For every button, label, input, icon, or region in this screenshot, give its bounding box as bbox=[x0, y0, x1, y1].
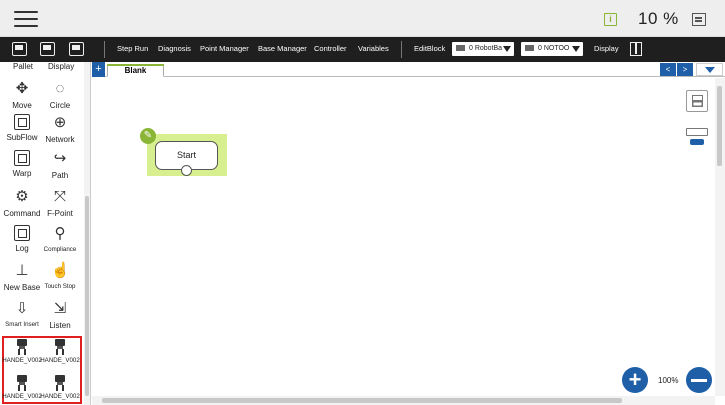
gripper-icon bbox=[16, 339, 28, 355]
zoom-level: 100% bbox=[658, 376, 679, 385]
warp-icon bbox=[14, 150, 30, 166]
controller-button[interactable]: Controller bbox=[314, 44, 347, 53]
f-point-icon: ⤧ bbox=[53, 188, 66, 205]
tool-path[interactable]: ↪ Path bbox=[38, 150, 82, 180]
tool-icon bbox=[525, 45, 534, 52]
tool-listen[interactable]: ⇲ Listen bbox=[38, 300, 82, 330]
edit-pencil-icon[interactable]: ✎ bbox=[140, 128, 156, 144]
robot-base-select[interactable]: 0 RobotBa bbox=[452, 42, 514, 56]
tool-hande-2[interactable]: HANDE_V002 bbox=[38, 339, 82, 364]
variables-button[interactable]: Variables bbox=[358, 44, 389, 53]
toolbar-divider bbox=[401, 41, 402, 58]
hamburger-menu-icon[interactable] bbox=[14, 11, 38, 28]
toolbar-divider bbox=[104, 41, 105, 58]
new-project-icon[interactable] bbox=[12, 42, 27, 56]
top-status-bar: i 10 % bbox=[0, 0, 725, 37]
tool-select[interactable]: 0 NOTOO bbox=[521, 42, 583, 56]
circle-path-icon: ◌ bbox=[55, 80, 65, 97]
gripper-icon bbox=[16, 375, 28, 391]
vertical-scroll-thumb[interactable] bbox=[717, 86, 722, 166]
tab-next-button[interactable]: > bbox=[677, 63, 693, 76]
set-base-icon[interactable] bbox=[686, 128, 708, 148]
flow-canvas[interactable]: Start ✎ bbox=[92, 78, 715, 396]
gripper-icon bbox=[54, 375, 66, 391]
manual-book-icon[interactable] bbox=[630, 42, 642, 56]
tool-display-label[interactable]: Display bbox=[48, 62, 74, 71]
speed-percentage[interactable]: 10 % bbox=[638, 9, 679, 29]
tool-hande-4[interactable]: HANDE_V002 bbox=[38, 375, 82, 400]
listen-icon: ⇲ bbox=[53, 300, 67, 317]
diagnosis-button[interactable]: Diagnosis bbox=[158, 44, 191, 53]
tool-f-point[interactable]: ⤧ F-Point bbox=[38, 188, 82, 218]
editblock-button[interactable]: EditBlock bbox=[414, 44, 445, 53]
tool-compliance[interactable]: ⚲ Compliance bbox=[38, 225, 82, 253]
node-palette-sidebar: Pallet Display ✥ Move ◌ Circle SubFlow ⊕ Ne… bbox=[0, 62, 91, 405]
start-node-output-port[interactable] bbox=[181, 165, 192, 176]
move-arrows-icon: ✥ bbox=[15, 80, 29, 97]
touch-stop-icon: ☝ bbox=[51, 262, 70, 279]
path-curve-icon: ↪ bbox=[53, 150, 67, 167]
point-manager-button[interactable]: Point Manager bbox=[200, 44, 249, 53]
tool-touch-stop[interactable]: ☝ Touch Stop bbox=[38, 262, 82, 290]
chevron-down-icon bbox=[503, 46, 511, 52]
new-base-icon: ⊥ bbox=[15, 262, 29, 279]
info-icon[interactable]: i bbox=[604, 13, 617, 26]
base-manager-button[interactable]: Base Manager bbox=[258, 44, 307, 53]
canvas-horizontal-scrollbar[interactable] bbox=[92, 396, 715, 405]
smart-insert-icon: ⇩ bbox=[15, 300, 29, 317]
flow-layout-icon[interactable] bbox=[686, 90, 708, 112]
tab-prev-button[interactable]: < bbox=[660, 63, 676, 76]
command-gear-icon: ⚙ bbox=[15, 188, 29, 205]
open-project-icon[interactable] bbox=[40, 42, 55, 56]
save-project-icon[interactable] bbox=[69, 42, 84, 56]
tool-pallet-label[interactable]: Pallet bbox=[13, 62, 33, 71]
horizontal-scroll-thumb[interactable] bbox=[102, 398, 622, 403]
globe-icon: ⊕ bbox=[53, 114, 67, 131]
log-icon bbox=[14, 225, 30, 241]
zoom-out-button[interactable] bbox=[686, 367, 712, 393]
tool-circle[interactable]: ◌ Circle bbox=[38, 80, 82, 110]
tab-blank[interactable]: Blank bbox=[107, 64, 164, 77]
tab-list-dropdown[interactable] bbox=[696, 63, 723, 76]
compliance-robot-icon: ⚲ bbox=[54, 225, 66, 242]
add-tab-button[interactable]: + bbox=[92, 62, 105, 77]
sidebar-scroll-thumb[interactable] bbox=[85, 196, 89, 396]
robot-base-icon bbox=[456, 45, 465, 52]
subflow-icon bbox=[14, 114, 30, 130]
gripper-icon bbox=[54, 339, 66, 355]
speed-panel-icon[interactable] bbox=[692, 13, 706, 26]
main-toolbar: Step Run Diagnosis Point Manager Base Ma… bbox=[0, 37, 725, 62]
step-run-button[interactable]: Step Run bbox=[117, 44, 148, 53]
canvas-vertical-scrollbar[interactable] bbox=[715, 78, 725, 396]
zoom-in-button[interactable]: + bbox=[622, 367, 648, 393]
tool-network[interactable]: ⊕ Network bbox=[38, 114, 82, 144]
project-tabs: + Blank < > bbox=[92, 62, 725, 77]
chevron-down-icon bbox=[572, 46, 580, 52]
display-button[interactable]: Display bbox=[594, 44, 619, 53]
